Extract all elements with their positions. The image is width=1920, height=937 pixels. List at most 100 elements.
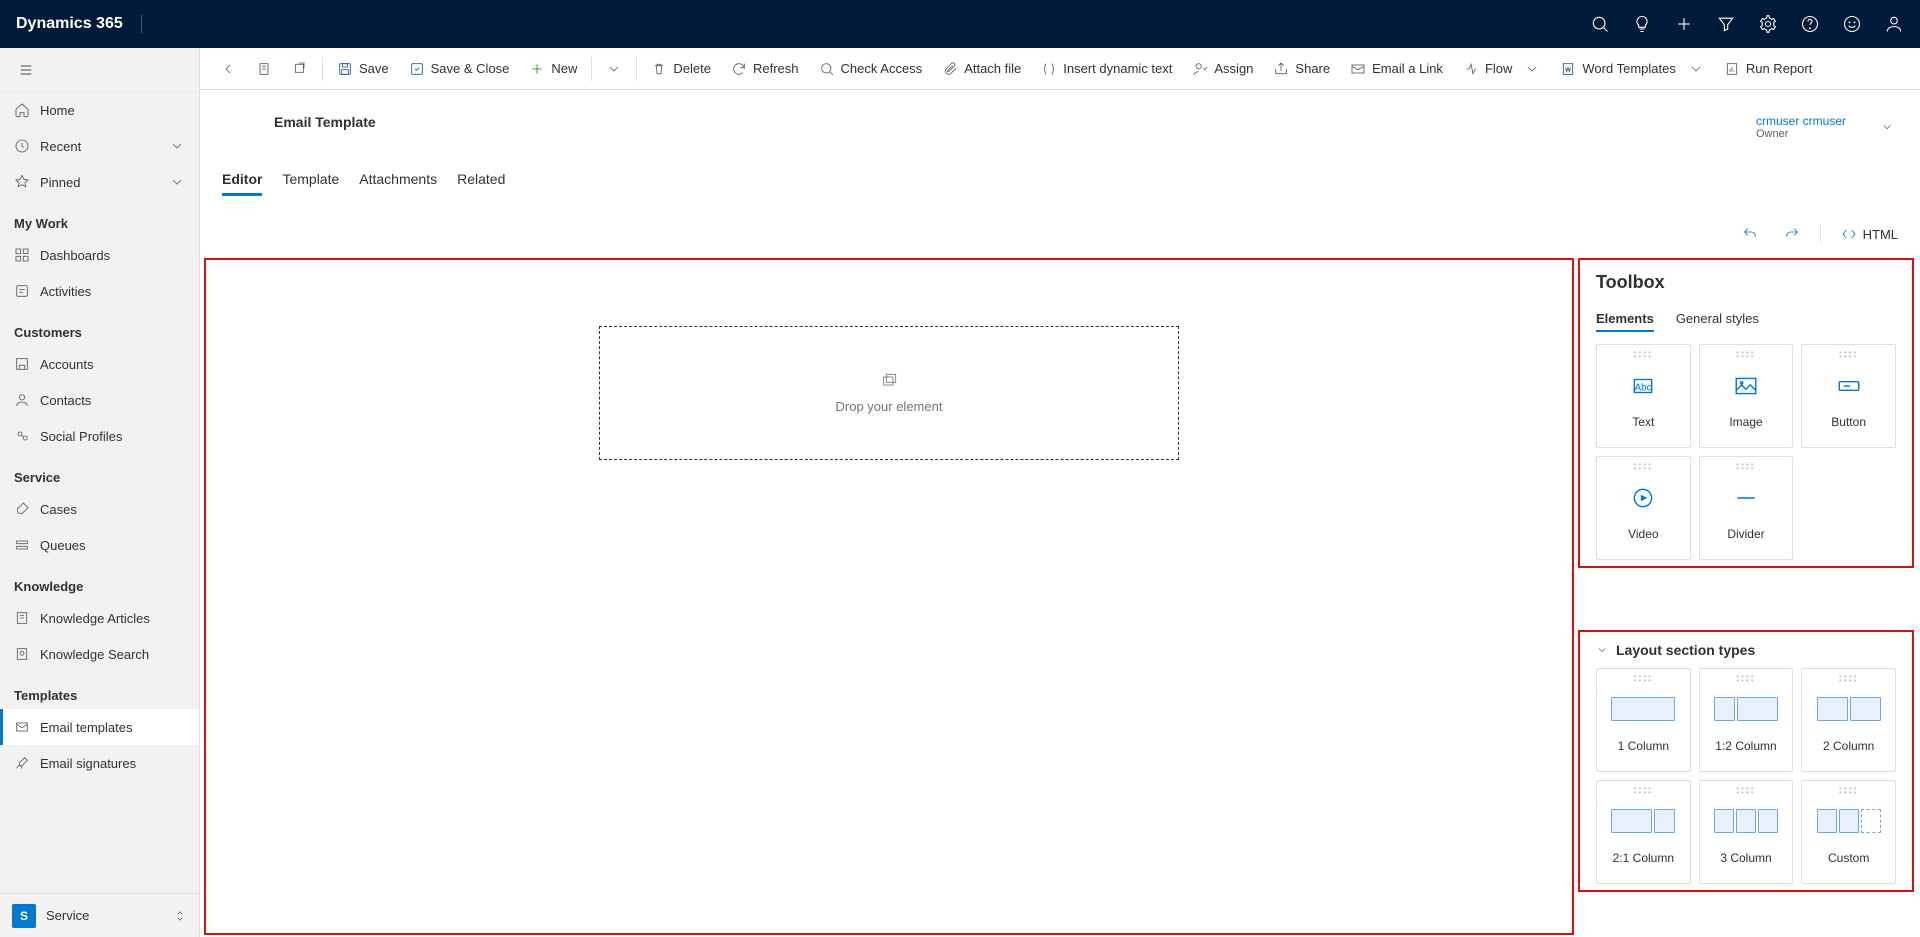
button-icon (1836, 373, 1862, 399)
sidebar-item-social[interactable]: Social Profiles (0, 418, 199, 454)
sidebar-item-recent[interactable]: Recent (0, 128, 199, 164)
sidebar-section-knowledge: Knowledge (0, 563, 199, 600)
refresh-button[interactable]: Refresh (721, 48, 809, 90)
layout-tile-custom[interactable]: •••••••• Custom (1801, 780, 1896, 884)
sidebar-section-templates: Templates (0, 672, 199, 709)
sidebar-item-label: Knowledge Search (40, 647, 149, 662)
plus-icon[interactable] (1674, 14, 1694, 34)
header-chevron-down-icon[interactable] (1880, 120, 1894, 134)
sidebar-item-contacts[interactable]: Contacts (0, 382, 199, 418)
open-new-window-button[interactable] (282, 48, 318, 90)
lightbulb-icon[interactable] (1632, 14, 1652, 34)
filter-icon[interactable] (1716, 14, 1736, 34)
sidebar-item-label: Knowledge Articles (40, 611, 150, 626)
save-button[interactable]: Save (327, 48, 399, 90)
grip-icon: •••••••• (1839, 351, 1858, 359)
global-nav: Dynamics 365 (0, 0, 1920, 48)
chevron-down-icon (169, 138, 185, 154)
sidebar-item-label: Email templates (40, 720, 132, 735)
owner-block[interactable]: crmuser crmuser Owner (1756, 114, 1846, 140)
gear-icon[interactable] (1758, 14, 1778, 34)
sidebar-item-queues[interactable]: Queues (0, 527, 199, 563)
email-link-button[interactable]: Email a Link (1340, 48, 1453, 90)
sidebar-item-pinned[interactable]: Pinned (0, 164, 199, 200)
toolbox-tile-button[interactable]: •••••••• Button (1801, 344, 1896, 448)
sidebar-item-accounts[interactable]: Accounts (0, 346, 199, 382)
tab-attachments[interactable]: Attachments (359, 165, 437, 196)
sidebar-item-label: Social Profiles (40, 429, 122, 444)
assign-button[interactable]: Assign (1182, 48, 1263, 90)
drop-zone[interactable]: Drop your element (599, 326, 1179, 460)
sidebar-item-cases[interactable]: Cases (0, 491, 199, 527)
sidebar-item-activities[interactable]: Activities (0, 273, 199, 309)
redo-button[interactable] (1778, 222, 1806, 246)
toolbox-tab-general-styles[interactable]: General styles (1676, 307, 1759, 332)
word-templates-button[interactable]: Word Templates (1550, 48, 1713, 90)
user-icon[interactable] (1884, 14, 1904, 34)
check-access-button[interactable]: Check Access (809, 48, 933, 90)
svg-text:Abc: Abc (1635, 382, 1652, 393)
attach-file-button[interactable]: Attach file (932, 48, 1031, 90)
share-button[interactable]: Share (1263, 48, 1340, 90)
layout-tile-3col[interactable]: •••••••• 3 Column (1699, 780, 1794, 884)
toolbox-tab-elements[interactable]: Elements (1596, 307, 1654, 332)
tab-template[interactable]: Template (282, 165, 339, 196)
smile-icon[interactable] (1842, 14, 1862, 34)
divider-icon (1733, 485, 1759, 511)
hamburger-button[interactable] (0, 48, 199, 92)
layout-tile-2-1col[interactable]: •••••••• 2:1 Column (1596, 780, 1691, 884)
back-button[interactable] (210, 48, 246, 90)
undo-button[interactable] (1736, 222, 1764, 246)
chevron-down-icon (1688, 61, 1704, 77)
chevron-down-icon (1524, 61, 1540, 77)
sidebar-item-label: Home (40, 103, 75, 118)
html-button[interactable]: HTML (1835, 222, 1904, 246)
area-switcher[interactable]: S Service (0, 893, 199, 937)
record-tabs: Editor Template Attachments Related (200, 165, 1920, 196)
flow-button[interactable]: Flow (1453, 48, 1550, 90)
search-icon[interactable] (1590, 14, 1610, 34)
editor-canvas[interactable]: Drop your element (204, 258, 1574, 935)
sidebar-item-home[interactable]: Home (0, 92, 199, 128)
drop-icon (881, 373, 897, 389)
tab-editor[interactable]: Editor (222, 165, 262, 196)
command-bar: Save Save & Close New Delete Refresh Che… (200, 48, 1920, 90)
toolbox-tile-text[interactable]: •••••••• Abc Text (1596, 344, 1691, 448)
sidebar-item-knowledge-articles[interactable]: Knowledge Articles (0, 600, 199, 636)
layout-tile-1col[interactable]: •••••••• 1 Column (1596, 668, 1691, 772)
run-report-button[interactable]: Run Report (1714, 48, 1822, 90)
video-icon (1630, 485, 1656, 511)
record-list-button[interactable] (246, 48, 282, 90)
toolbox-tile-video[interactable]: •••••••• Video (1596, 456, 1691, 560)
owner-name: crmuser crmuser (1756, 114, 1846, 128)
delete-button[interactable]: Delete (641, 48, 721, 90)
grip-icon: •••••••• (1736, 675, 1755, 683)
sidebar-item-label: Pinned (40, 175, 80, 190)
new-button[interactable]: New (519, 48, 587, 90)
help-icon[interactable] (1800, 14, 1820, 34)
sidebar-item-label: Cases (40, 502, 77, 517)
toolbox: Toolbox Elements General styles ••••••••… (1578, 258, 1914, 568)
sidebar-item-email-templates[interactable]: Email templates (0, 709, 199, 745)
layout-tile-1-2col[interactable]: •••••••• 1:2 Column (1699, 668, 1794, 772)
sidebar-item-label: Email signatures (40, 756, 136, 771)
tab-related[interactable]: Related (457, 165, 505, 196)
area-avatar: S (12, 904, 36, 928)
toolbox-tile-image[interactable]: •••••••• Image (1699, 344, 1794, 448)
sidebar-item-label: Contacts (40, 393, 91, 408)
layout-tile-2col[interactable]: •••••••• 2 Column (1801, 668, 1896, 772)
insert-dynamic-text-button[interactable]: Insert dynamic text (1031, 48, 1182, 90)
save-close-button[interactable]: Save & Close (399, 48, 520, 90)
new-dropdown[interactable] (596, 48, 632, 90)
sidebar-item-label: Dashboards (40, 248, 110, 263)
grip-icon: •••••••• (1736, 463, 1755, 471)
sidebar-item-label: Recent (40, 139, 81, 154)
sidebar-item-email-signatures[interactable]: Email signatures (0, 745, 199, 781)
toolbox-tile-divider[interactable]: •••••••• Divider (1699, 456, 1794, 560)
sidebar-item-label: Activities (40, 284, 91, 299)
toolbox-tabs: Elements General styles (1596, 307, 1896, 332)
layout-header[interactable]: Layout section types (1596, 642, 1896, 658)
sidebar-item-dashboards[interactable]: Dashboards (0, 237, 199, 273)
sidebar-item-knowledge-search[interactable]: Knowledge Search (0, 636, 199, 672)
sidebar-section-service: Service (0, 454, 199, 491)
